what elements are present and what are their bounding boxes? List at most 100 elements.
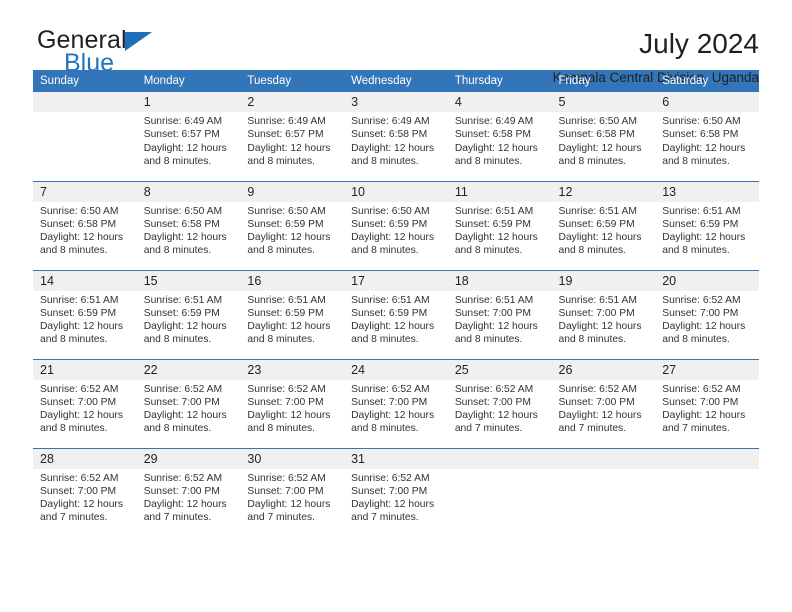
calendar-day-cell[interactable]: 2 Sunrise: 6:49 AM Sunset: 6:57 PM Daylight… xyxy=(240,92,345,181)
calendar-week-row: 14 Sunrise: 6:51 AM Sunset: 6:59 PM Dayligh… xyxy=(33,269,759,359)
day-detail-daylight2: and 7 minutes. xyxy=(40,512,108,524)
day-detail-daylight2: and 8 minutes. xyxy=(351,245,419,257)
day-detail-sunset: Sunset: 6:59 PM xyxy=(662,218,739,230)
calendar-day-cell[interactable]: 20 Sunrise: 6:52 AM Sunset: 7:00 PM Dayligh… xyxy=(655,269,759,359)
day-detail-sunset: Sunset: 7:00 PM xyxy=(558,307,635,319)
calendar-day-cell[interactable]: 14 Sunrise: 6:51 AM Sunset: 6:59 PM Dayligh… xyxy=(33,269,137,359)
calendar-day-cell[interactable]: 28 Sunrise: 6:52 AM Sunset: 7:00 PM Dayligh… xyxy=(33,447,137,537)
day-detail-daylight1: Daylight: 12 hours xyxy=(662,142,746,154)
calendar-day-cell[interactable] xyxy=(655,447,759,537)
day-detail-daylight1: Daylight: 12 hours xyxy=(662,232,746,244)
day-detail-daylight1: Daylight: 12 hours xyxy=(40,232,123,244)
day-detail-daylight1: Daylight: 12 hours xyxy=(454,142,538,154)
calendar-day-cell[interactable]: 7 Sunrise: 6:50 AM Sunset: 6:58 PM Daylight… xyxy=(33,180,137,270)
calendar-day-cell[interactable]: 23 Sunrise: 6:52 AM Sunset: 7:00 PM Dayligh… xyxy=(240,358,345,448)
day-detail-sunset: Sunset: 6:59 PM xyxy=(454,218,531,230)
calendar-day-cell[interactable]: 5 Sunrise: 6:50 AM Sunset: 6:58 PM Daylight… xyxy=(551,92,656,181)
day-details xyxy=(655,469,759,472)
day-cell-inner: 31 Sunrise: 6:52 AM Sunset: 7:00 PM Dayligh… xyxy=(344,448,448,538)
day-details: Sunrise: 6:52 AM Sunset: 7:00 PM Daylight:… xyxy=(33,380,137,436)
calendar-day-cell[interactable]: 16 Sunrise: 6:51 AM Sunset: 6:59 PM Dayligh… xyxy=(240,269,345,359)
calendar-day-cell[interactable]: 26 Sunrise: 6:52 AM Sunset: 7:00 PM Dayligh… xyxy=(551,358,656,448)
calendar-day-cell[interactable]: 11 Sunrise: 6:51 AM Sunset: 6:59 PM Dayligh… xyxy=(447,180,552,270)
weekday-header-thursday: Thursday xyxy=(447,70,552,92)
day-cell-inner: 15 Sunrise: 6:51 AM Sunset: 6:59 PM Dayligh… xyxy=(136,270,241,359)
day-detail-daylight1: Daylight: 12 hours xyxy=(662,321,746,333)
calendar-day-cell[interactable] xyxy=(551,447,656,537)
day-cell-inner: 7 Sunrise: 6:50 AM Sunset: 6:58 PM Daylight… xyxy=(33,181,137,270)
calendar-day-cell[interactable]: 17 Sunrise: 6:51 AM Sunset: 6:59 PM Dayligh… xyxy=(344,269,448,359)
day-detail-daylight1: Daylight: 12 hours xyxy=(351,410,435,422)
day-details: Sunrise: 6:50 AM Sunset: 6:58 PM Daylight:… xyxy=(552,112,656,168)
calendar-day-cell[interactable]: 31 Sunrise: 6:52 AM Sunset: 7:00 PM Dayligh… xyxy=(344,447,448,538)
day-detail-daylight1: Daylight: 12 hours xyxy=(143,232,227,244)
day-detail-daylight1: Daylight: 12 hours xyxy=(558,410,642,422)
calendar-day-cell[interactable]: 22 Sunrise: 6:52 AM Sunset: 7:00 PM Dayligh… xyxy=(136,358,241,448)
day-detail-daylight2: and 7 minutes. xyxy=(351,512,419,524)
day-detail-daylight1: Daylight: 12 hours xyxy=(558,232,642,244)
day-detail-daylight1: Daylight: 12 hours xyxy=(143,321,227,333)
day-cell-inner: 20 Sunrise: 6:52 AM Sunset: 7:00 PM Dayligh… xyxy=(655,270,759,359)
day-cell-inner: 9 Sunrise: 6:50 AM Sunset: 6:59 PM Daylight… xyxy=(240,181,345,270)
calendar-day-cell[interactable]: 10 Sunrise: 6:50 AM Sunset: 6:59 PM Dayligh… xyxy=(344,180,448,270)
day-cell-inner: 26 Sunrise: 6:52 AM Sunset: 7:00 PM Dayligh… xyxy=(551,359,656,448)
calendar-day-cell[interactable]: 24 Sunrise: 6:52 AM Sunset: 7:00 PM Dayligh… xyxy=(344,358,448,448)
general-blue-logo[interactable]: General Blue xyxy=(33,27,207,83)
day-details xyxy=(33,112,137,115)
day-detail-sunset: Sunset: 6:59 PM xyxy=(558,218,635,230)
day-detail-daylight1: Daylight: 12 hours xyxy=(351,499,435,511)
day-detail-sunset: Sunset: 7:00 PM xyxy=(454,396,531,408)
calendar-day-cell[interactable]: 29 Sunrise: 6:52 AM Sunset: 7:00 PM Dayligh… xyxy=(136,447,241,538)
day-detail-sunset: Sunset: 7:00 PM xyxy=(662,396,739,408)
day-number: 13 xyxy=(655,181,759,202)
day-detail-daylight2: and 8 minutes. xyxy=(40,334,108,346)
day-cell-inner: 10 Sunrise: 6:50 AM Sunset: 6:59 PM Dayligh… xyxy=(344,181,448,270)
day-cell-inner xyxy=(447,448,552,538)
calendar-day-cell[interactable]: 4 Sunrise: 6:49 AM Sunset: 6:58 PM Daylight… xyxy=(447,92,552,181)
calendar-day-cell[interactable]: 25 Sunrise: 6:52 AM Sunset: 7:00 PM Dayligh… xyxy=(447,358,552,448)
day-detail-daylight1: Daylight: 12 hours xyxy=(351,321,435,333)
day-number xyxy=(33,92,137,112)
calendar-day-cell[interactable]: 15 Sunrise: 6:51 AM Sunset: 6:59 PM Dayligh… xyxy=(136,269,241,359)
calendar-day-cell[interactable]: 21 Sunrise: 6:52 AM Sunset: 7:00 PM Dayligh… xyxy=(33,358,137,448)
day-detail-daylight2: and 8 minutes. xyxy=(558,155,627,167)
day-detail-daylight1: Daylight: 12 hours xyxy=(454,321,538,333)
calendar-week-row: 7 Sunrise: 6:50 AM Sunset: 6:58 PM Daylight… xyxy=(33,180,759,270)
day-details: Sunrise: 6:52 AM Sunset: 7:00 PM Daylight:… xyxy=(655,291,759,347)
day-detail-daylight1: Daylight: 12 hours xyxy=(351,232,435,244)
calendar-day-cell[interactable]: 30 Sunrise: 6:52 AM Sunset: 7:00 PM Dayligh… xyxy=(240,447,345,537)
calendar-day-cell[interactable]: 13 Sunrise: 6:51 AM Sunset: 6:59 PM Dayligh… xyxy=(655,180,759,270)
day-detail-daylight1: Daylight: 12 hours xyxy=(454,410,538,422)
calendar-day-cell[interactable]: 8 Sunrise: 6:50 AM Sunset: 6:58 PM Daylight… xyxy=(136,180,241,270)
day-detail-sunset: Sunset: 6:59 PM xyxy=(351,218,428,230)
day-details: Sunrise: 6:50 AM Sunset: 6:58 PM Daylight:… xyxy=(655,112,759,168)
day-cell-inner: 14 Sunrise: 6:51 AM Sunset: 6:59 PM Dayligh… xyxy=(33,270,137,359)
day-detail-sunrise: Sunrise: 6:49 AM xyxy=(247,116,326,127)
calendar-day-cell[interactable]: 27 Sunrise: 6:52 AM Sunset: 7:00 PM Dayligh… xyxy=(655,358,759,448)
day-cell-inner: 29 Sunrise: 6:52 AM Sunset: 7:00 PM Dayligh… xyxy=(136,448,241,538)
day-number: 1 xyxy=(136,92,241,112)
calendar-day-cell[interactable]: 9 Sunrise: 6:50 AM Sunset: 6:59 PM Daylight… xyxy=(240,180,345,270)
calendar-day-cell[interactable]: 6 Sunrise: 6:50 AM Sunset: 6:58 PM Daylight… xyxy=(655,92,759,181)
calendar-day-cell[interactable]: 1 Sunrise: 6:49 AM Sunset: 6:57 PM Daylight… xyxy=(136,92,241,181)
day-detail-sunrise: Sunrise: 6:51 AM xyxy=(558,294,637,306)
day-number: 12 xyxy=(551,181,656,202)
day-detail-daylight2: and 8 minutes. xyxy=(40,245,108,257)
day-number: 22 xyxy=(136,359,241,380)
day-details: Sunrise: 6:49 AM Sunset: 6:57 PM Daylight:… xyxy=(137,112,241,168)
calendar-day-cell[interactable] xyxy=(33,92,137,181)
calendar-day-cell[interactable]: 18 Sunrise: 6:51 AM Sunset: 7:00 PM Dayligh… xyxy=(447,269,552,359)
day-cell-inner: 17 Sunrise: 6:51 AM Sunset: 6:59 PM Dayligh… xyxy=(344,270,448,359)
day-number: 21 xyxy=(33,359,137,380)
calendar-day-cell[interactable]: 19 Sunrise: 6:51 AM Sunset: 7:00 PM Dayligh… xyxy=(551,269,656,359)
day-detail-sunrise: Sunrise: 6:52 AM xyxy=(662,383,741,395)
day-cell-inner: 12 Sunrise: 6:51 AM Sunset: 6:59 PM Dayligh… xyxy=(551,181,656,270)
day-detail-sunrise: Sunrise: 6:52 AM xyxy=(351,383,430,395)
calendar-day-cell[interactable]: 12 Sunrise: 6:51 AM Sunset: 6:59 PM Dayligh… xyxy=(551,180,656,270)
calendar-day-cell[interactable] xyxy=(447,447,552,538)
calendar-day-cell[interactable]: 3 Sunrise: 6:49 AM Sunset: 6:58 PM Daylight… xyxy=(344,92,448,181)
day-detail-sunrise: Sunrise: 6:52 AM xyxy=(247,383,326,395)
day-number: 15 xyxy=(136,270,241,291)
day-number: 27 xyxy=(655,359,759,380)
day-detail-daylight2: and 8 minutes. xyxy=(40,423,108,435)
